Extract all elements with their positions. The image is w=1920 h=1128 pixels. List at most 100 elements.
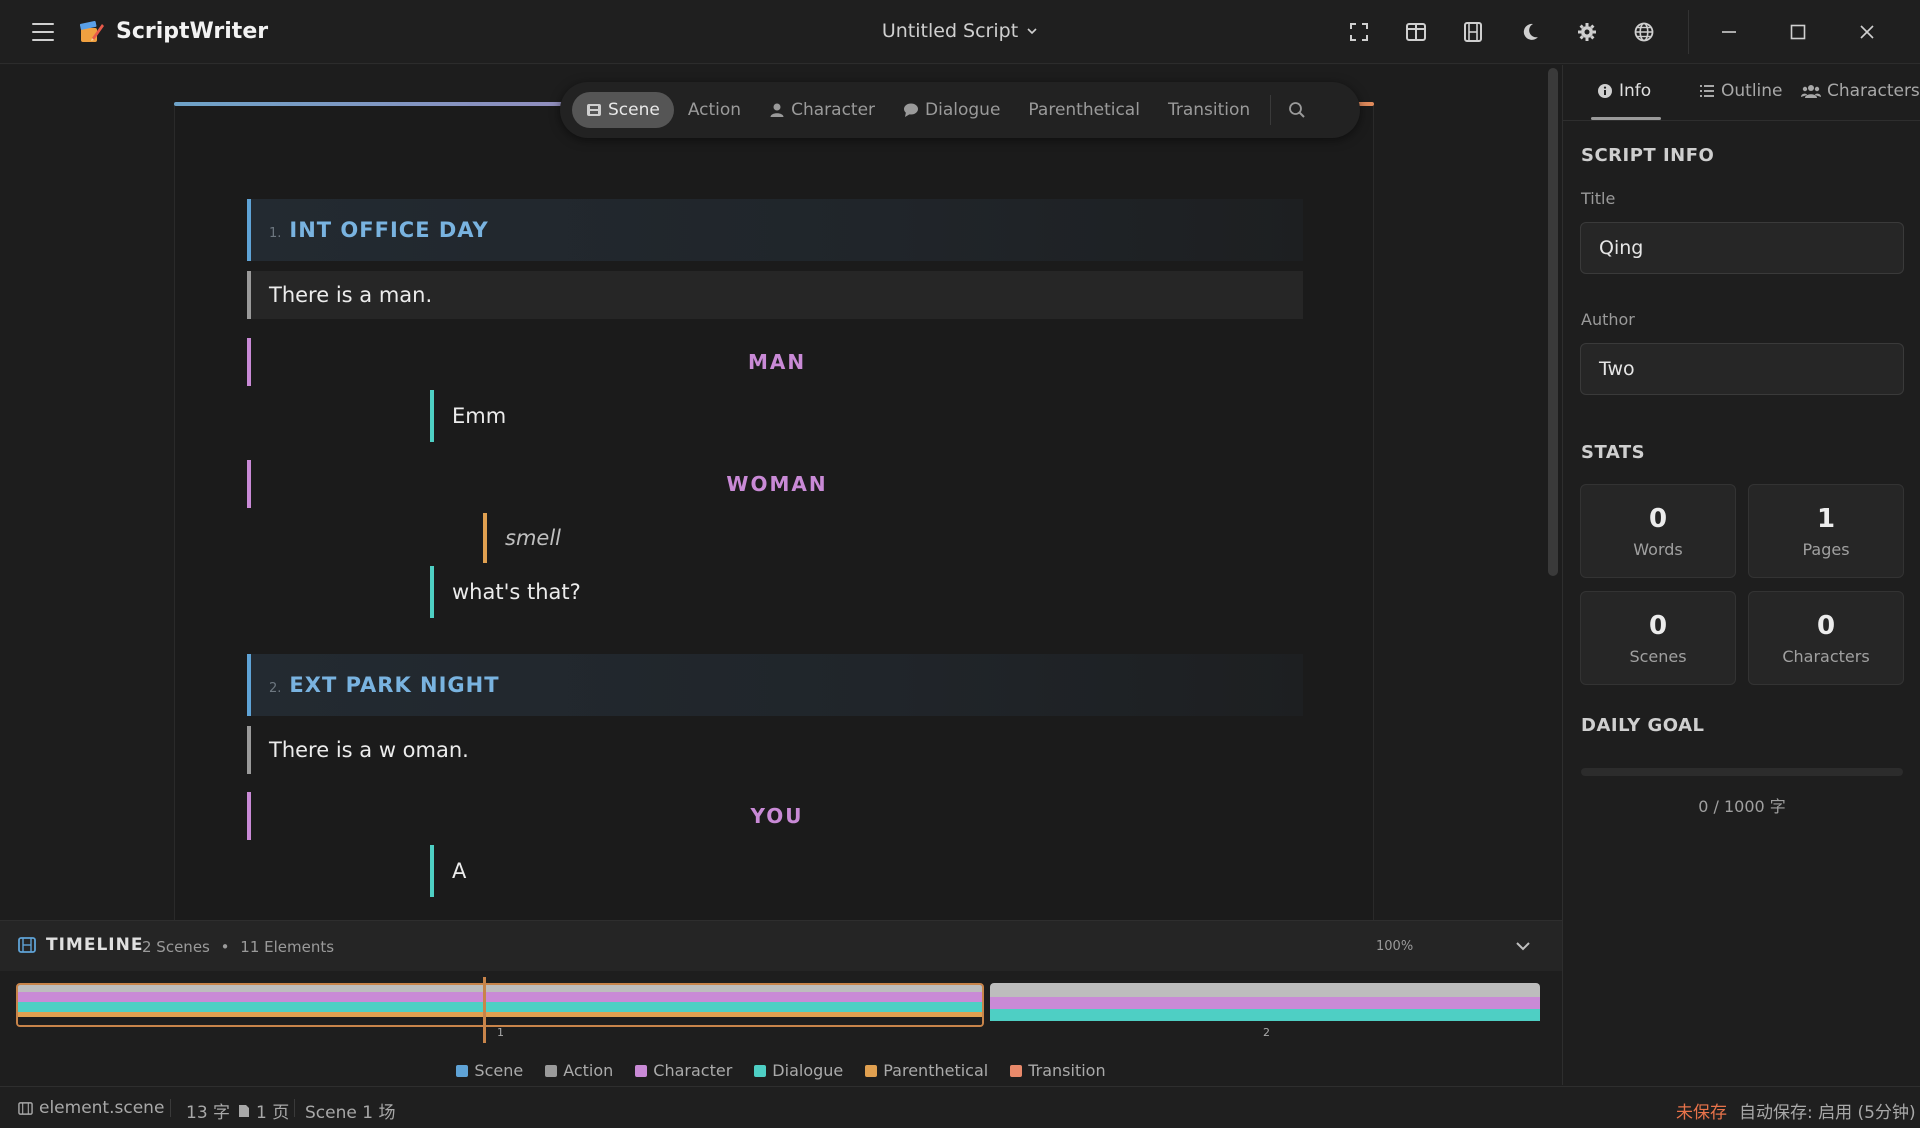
globe-icon[interactable] bbox=[1630, 18, 1658, 46]
scene-number: 2. bbox=[269, 680, 282, 696]
legend-dialogue: Dialogue bbox=[754, 1061, 843, 1080]
fullscreen-icon[interactable] bbox=[1345, 18, 1373, 46]
maximize-icon[interactable] bbox=[1783, 18, 1813, 46]
file-icon bbox=[239, 1104, 249, 1117]
status-pages: 1 页 bbox=[238, 1098, 289, 1123]
legend-action-label: Action bbox=[563, 1061, 614, 1080]
document-title-dropdown[interactable]: Untitled Script bbox=[860, 20, 1060, 42]
timeline-header: TIMELINE 2 Scenes • 11 Elements 100% bbox=[0, 921, 1562, 971]
legend-parenthetical-label: Parenthetical bbox=[883, 1061, 989, 1080]
split-view-icon[interactable] bbox=[1402, 18, 1430, 46]
search-icon[interactable] bbox=[1277, 92, 1317, 128]
film-icon bbox=[18, 937, 36, 953]
tool-parenthetical[interactable]: Parenthetical bbox=[1014, 92, 1154, 128]
tool-dialogue-label: Dialogue bbox=[925, 100, 1001, 120]
status-scene: Scene 1 场 bbox=[305, 1103, 396, 1123]
film-icon[interactable] bbox=[1459, 18, 1487, 46]
status-separator bbox=[294, 1099, 295, 1117]
title-bar: ScriptWriter Untitled Script bbox=[0, 0, 1920, 64]
tab-outline-label: Outline bbox=[1721, 81, 1783, 101]
timeline-zoom[interactable]: 100% bbox=[1376, 939, 1413, 954]
status-element: element.scene bbox=[18, 1098, 164, 1118]
editor-scrollbar[interactable] bbox=[1548, 68, 1558, 576]
element-type-toolbar: Scene Action Character Dialogue Parenthe… bbox=[560, 82, 1360, 138]
scene-heading-text: INT OFFICE DAY bbox=[289, 218, 489, 242]
film-icon bbox=[587, 104, 601, 116]
status-chars: 13 字 bbox=[186, 1103, 231, 1123]
hamburger-menu-icon[interactable] bbox=[28, 20, 58, 44]
tool-action[interactable]: Action bbox=[674, 92, 755, 128]
chevron-down-icon bbox=[1027, 28, 1037, 35]
action-line[interactable]: There is a man. bbox=[247, 271, 1303, 319]
author-input[interactable]: Two bbox=[1580, 343, 1904, 395]
scene-heading-text: EXT PARK NIGHT bbox=[289, 673, 500, 697]
parenthetical-line[interactable]: smell bbox=[483, 513, 983, 563]
timeline-meta: 2 Scenes • 11 Elements bbox=[142, 938, 334, 956]
dialogue-line[interactable]: what's that? bbox=[430, 566, 1030, 618]
stat-words-label: Words bbox=[1633, 539, 1683, 559]
app-title: ScriptWriter bbox=[116, 19, 269, 44]
character-name[interactable]: WOMAN bbox=[247, 460, 1303, 508]
tab-characters-label: Characters bbox=[1827, 81, 1920, 101]
timeline-scene-label: 1 bbox=[497, 1026, 504, 1039]
app-logo-icon bbox=[79, 20, 104, 42]
tool-dialogue[interactable]: Dialogue bbox=[889, 92, 1014, 128]
user-icon bbox=[770, 103, 784, 117]
gear-icon[interactable] bbox=[1573, 18, 1601, 46]
stat-words: 0 Words bbox=[1580, 484, 1736, 578]
close-icon[interactable] bbox=[1852, 18, 1882, 46]
legend-transition-label: Transition bbox=[1028, 1061, 1106, 1080]
character-name[interactable]: YOU bbox=[247, 792, 1303, 840]
timeline-scene-label: 2 bbox=[1263, 1026, 1270, 1039]
stat-scenes-value: 0 bbox=[1648, 610, 1668, 641]
tool-parenthetical-label: Parenthetical bbox=[1028, 100, 1140, 120]
speech-bubble-icon bbox=[904, 103, 919, 117]
title-label: Title bbox=[1581, 189, 1616, 208]
legend-character-label: Character bbox=[653, 1061, 733, 1080]
tab-info[interactable]: Info bbox=[1597, 81, 1651, 101]
sidebar-tabs: Info Outline Characters bbox=[1563, 65, 1920, 121]
timeline-title: TIMELINE bbox=[46, 935, 144, 955]
title-input[interactable]: Qing bbox=[1580, 222, 1904, 274]
status-autosave[interactable]: 自动保存: 启用 (5分钟) bbox=[1739, 1098, 1916, 1123]
moon-icon[interactable] bbox=[1516, 18, 1544, 46]
document-title: Untitled Script bbox=[881, 20, 1019, 42]
stat-scenes-label: Scenes bbox=[1629, 646, 1687, 666]
stats-title: STATS bbox=[1581, 442, 1646, 463]
users-icon bbox=[1801, 85, 1821, 98]
toolbar-separator bbox=[1688, 10, 1689, 54]
tool-transition-label: Transition bbox=[1167, 100, 1251, 120]
right-sidebar: Info Outline Characters SCRIPT INFO Titl… bbox=[1562, 65, 1920, 1085]
status-bar: element.scene 13 字 1 页 Scene 1 场 未保存 自动保… bbox=[0, 1086, 1920, 1128]
tab-outline[interactable]: Outline bbox=[1699, 81, 1783, 101]
stat-words-value: 0 bbox=[1648, 503, 1668, 534]
tool-character-label: Character bbox=[791, 100, 876, 120]
tool-character[interactable]: Character bbox=[755, 92, 889, 128]
timeline-playhead[interactable] bbox=[483, 977, 486, 1043]
status-separator bbox=[170, 1099, 171, 1117]
dialogue-line[interactable]: Emm bbox=[430, 390, 1030, 442]
tab-characters[interactable]: Characters bbox=[1801, 81, 1920, 101]
legend-dialogue-label: Dialogue bbox=[772, 1061, 844, 1080]
tool-scene[interactable]: Scene bbox=[572, 92, 674, 128]
tool-transition[interactable]: Transition bbox=[1154, 92, 1264, 128]
timeline-scene-2[interactable] bbox=[990, 983, 1540, 1027]
tool-action-label: Action bbox=[687, 100, 742, 120]
toolbar-separator bbox=[1270, 95, 1272, 125]
timeline-scene-1[interactable] bbox=[16, 983, 984, 1027]
timeline-panel: TIMELINE 2 Scenes • 11 Elements 100% 1 2… bbox=[0, 920, 1562, 1086]
status-element-text: element.scene bbox=[39, 1098, 165, 1118]
timeline-elements-count: 11 Elements bbox=[240, 938, 335, 956]
list-icon bbox=[1700, 85, 1714, 97]
action-line[interactable]: There is a w oman. bbox=[247, 726, 1303, 774]
stat-pages-label: Pages bbox=[1802, 539, 1850, 559]
script-info-title: SCRIPT INFO bbox=[1581, 145, 1715, 166]
scene-heading[interactable]: 2. EXT PARK NIGHT bbox=[247, 654, 1303, 716]
timeline-legend: Scene Action Character Dialogue Parenthe… bbox=[0, 1061, 1562, 1080]
dialogue-line[interactable]: A bbox=[430, 845, 1030, 897]
chevron-down-icon[interactable] bbox=[1512, 935, 1534, 957]
minimize-icon[interactable] bbox=[1714, 18, 1744, 46]
scene-heading[interactable]: 1. INT OFFICE DAY bbox=[247, 199, 1303, 261]
stat-pages: 1 Pages bbox=[1748, 484, 1904, 578]
character-name[interactable]: MAN bbox=[247, 338, 1303, 386]
